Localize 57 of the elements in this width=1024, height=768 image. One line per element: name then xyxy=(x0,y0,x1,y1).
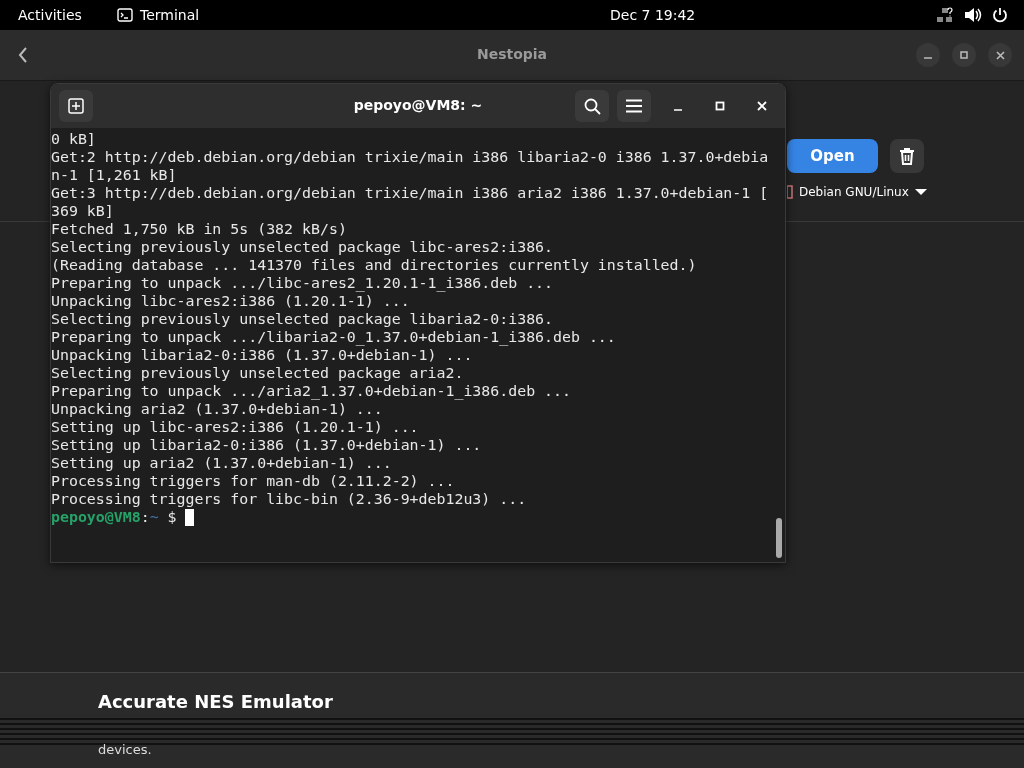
terminal-output-line: Preparing to unpack .../aria2_1.37.0+debian-1_i386.deb ... xyxy=(51,382,572,400)
terminal-output-line: Setting up aria2 (1.37.0+debian-1) ... xyxy=(51,454,393,472)
source-dropdown[interactable]: Debian GNU/Linux xyxy=(787,185,927,199)
terminal-icon xyxy=(117,8,133,22)
terminal-output-line: n-1 [1,261 kB] xyxy=(51,166,178,184)
close-button[interactable] xyxy=(988,43,1012,67)
open-button[interactable]: Open xyxy=(787,139,878,173)
terminal-output-line: Get:3 http://deb.debian.org/debian trixie/main i386 aria2 i386 1.37.0+debian-1 [ xyxy=(51,184,770,202)
menu-icon xyxy=(626,99,642,113)
dropdown-caret-icon xyxy=(914,188,927,196)
terminal-output-line: Preparing to unpack .../libaria2-0_1.37.0+debian-1_i386.deb ... xyxy=(51,328,617,346)
terminal-output-line: Selecting previously unselected package libaria2-0:i386. xyxy=(51,310,555,328)
terminal-output-line: 369 kB] xyxy=(51,202,115,220)
summary-text: devices. xyxy=(98,742,153,757)
close-icon xyxy=(757,101,767,111)
terminal-output-line: Setting up libaria2-0:i386 (1.37.0+debian-1) ... xyxy=(51,436,483,454)
network-question-icon[interactable] xyxy=(936,7,954,23)
terminal-output-line: Fetched 1,750 kB in 5s (382 kB/s) xyxy=(51,220,348,238)
prompt-symbol: $ xyxy=(167,508,177,526)
summary-heading: Accurate NES Emulator xyxy=(98,691,334,712)
prompt-path: ~ xyxy=(149,508,159,526)
close-icon xyxy=(995,50,1005,60)
new-tab-button[interactable] xyxy=(59,90,93,122)
terminal-output-line: Processing triggers for libc-bin (2.36-9+deb12u3) ... xyxy=(51,490,528,508)
clock[interactable]: Dec 7 19:42 xyxy=(610,7,696,23)
terminal-output-line: Get:2 http://deb.debian.org/debian trixie/main i386 libaria2-0 i386 1.37.0+debia xyxy=(51,148,770,166)
terminal-output-line: Selecting previously unselected package libc-ares2:i386. xyxy=(51,238,555,256)
back-icon[interactable] xyxy=(18,47,28,63)
search-button[interactable] xyxy=(575,90,609,122)
maximize-icon xyxy=(715,101,725,111)
power-icon[interactable] xyxy=(992,7,1008,23)
app-menu-label[interactable]: Terminal xyxy=(140,7,200,23)
terminal-output-line: Unpacking libc-ares2:i386 (1.20.1-1) ... xyxy=(51,292,411,310)
terminal-output-line: Setting up libc-ares2:i386 (1.20.1-1) ... xyxy=(51,418,420,436)
minimize-button[interactable] xyxy=(916,43,940,67)
menu-button[interactable] xyxy=(617,90,651,122)
maximize-icon xyxy=(960,51,968,59)
uninstall-button[interactable] xyxy=(890,139,924,173)
window-title: Nestopia xyxy=(475,46,549,62)
terminal-output-line: Selecting previously unselected package aria2. xyxy=(51,364,465,382)
trash-icon xyxy=(899,147,915,165)
terminal-output-line: Unpacking libaria2-0:i386 (1.37.0+debian-1) ... xyxy=(51,346,474,364)
minimize-icon xyxy=(674,109,682,111)
activities-button[interactable]: Activities xyxy=(18,7,117,23)
terminal-output-line: Preparing to unpack .../libc-ares2_1.20.1-1_i386.deb ... xyxy=(51,274,555,292)
terminal-output-line: 0 kB] xyxy=(51,130,97,148)
prompt-user: pepoyo@VM8 xyxy=(51,508,141,526)
terminal-output-line: (Reading database ... 141370 files and directories currently installed.) xyxy=(51,256,698,274)
volume-icon[interactable] xyxy=(964,7,982,23)
terminal-output-line: Processing triggers for man-db (2.11.2-2) ... xyxy=(51,472,456,490)
terminal-title: pepoyo@VM8: ~ xyxy=(352,97,484,113)
new-tab-icon xyxy=(68,98,84,114)
terminal-output-line: Unpacking aria2 (1.37.0+debian-1) ... xyxy=(51,400,384,418)
search-icon xyxy=(583,97,601,115)
text-cursor xyxy=(185,508,195,526)
scrollbar-thumb[interactable] xyxy=(776,518,782,558)
prompt-separator: : xyxy=(140,508,150,526)
